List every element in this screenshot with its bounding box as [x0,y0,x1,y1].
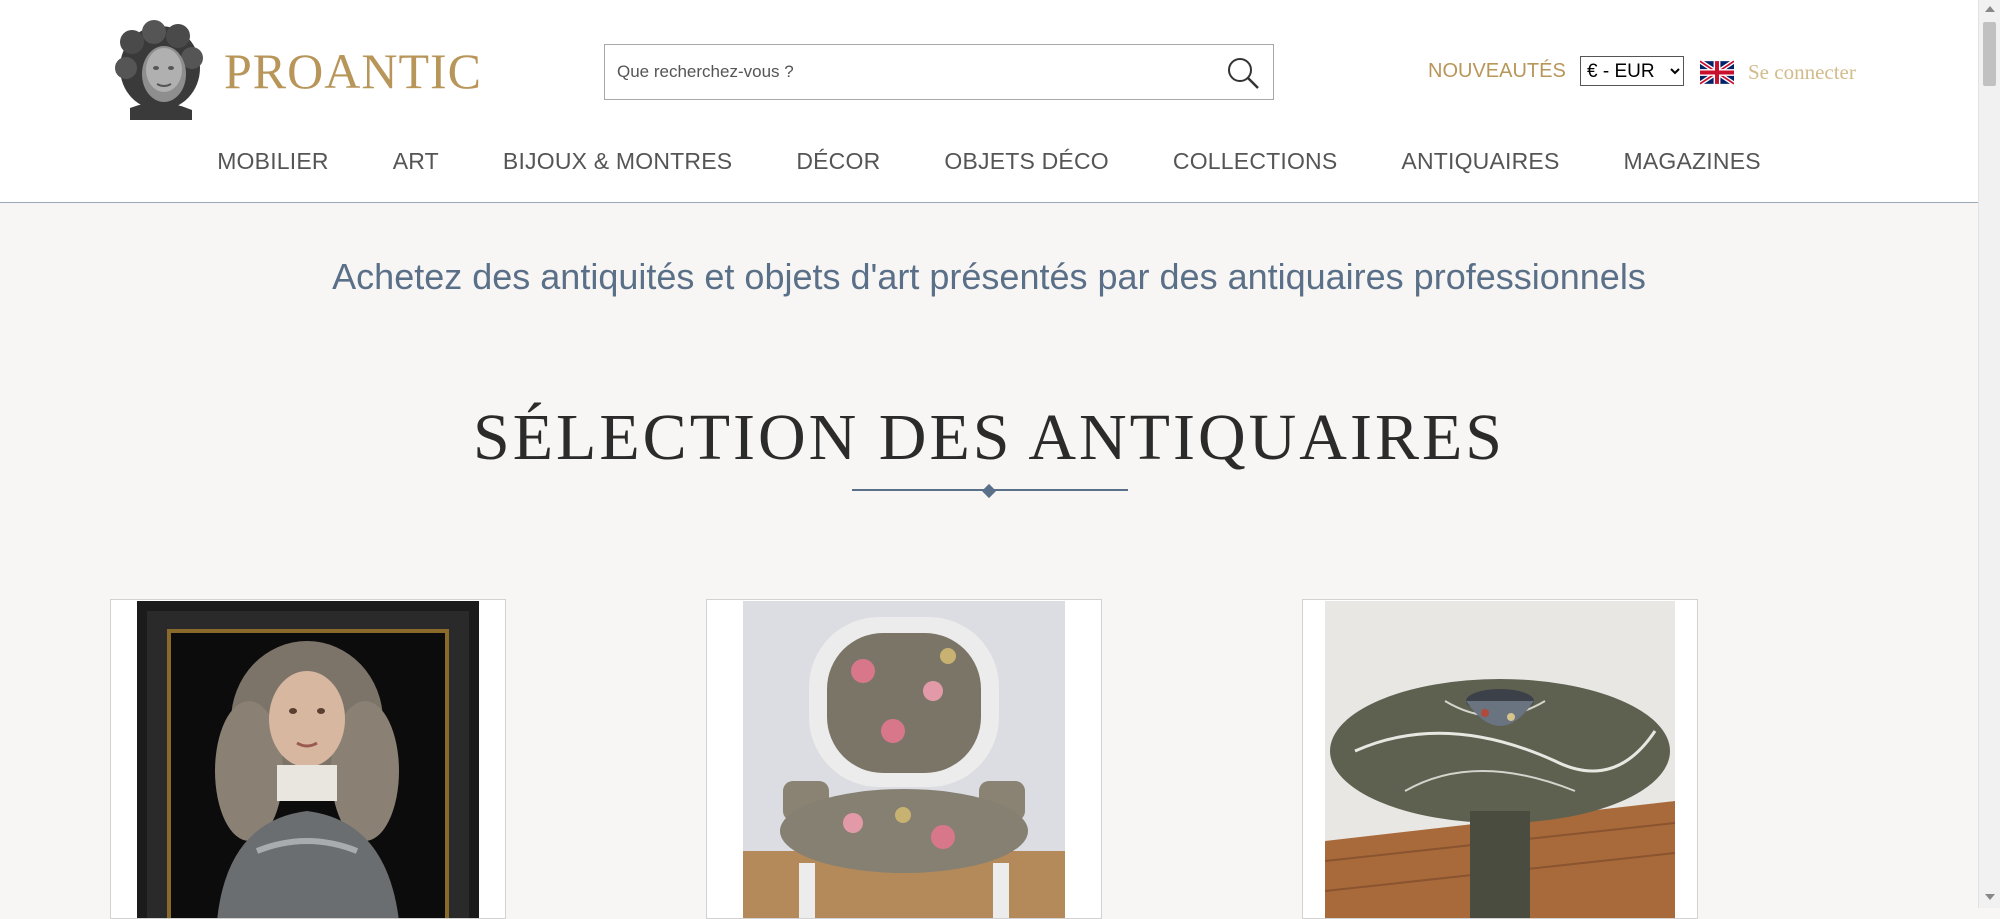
product-image-marble-table [1325,601,1675,918]
nav-item-magazines[interactable]: MAGAZINES [1624,148,1761,178]
login-link[interactable]: Se connecter [1748,60,1856,85]
currency-select[interactable]: € - EUR [1580,56,1684,86]
search-box [604,44,1274,100]
search-input[interactable] [605,45,1205,99]
nav-item-mobilier[interactable]: MOBILIER [217,148,329,178]
main-nav: MOBILIER ART BIJOUX & MONTRES DÉCOR OBJE… [0,148,1978,178]
nav-item-objets-deco[interactable]: OBJETS DÉCO [944,148,1109,178]
nav-item-art[interactable]: ART [393,148,439,178]
home-logo-link[interactable]: PROANTIC [110,20,482,122]
title-divider-diamond [981,483,997,499]
search-icon[interactable] [1225,55,1261,91]
product-card[interactable] [1302,599,1698,919]
page-scrollbar[interactable] [1978,0,2000,908]
uk-flag-icon[interactable] [1700,60,1734,85]
product-image-armchair [743,601,1065,918]
brand-name: PROANTIC [224,43,483,99]
nav-item-bijoux-montres[interactable]: BIJOUX & MONTRES [503,148,732,178]
scroll-down-arrow-icon[interactable] [1985,894,1995,900]
page-tagline: Achetez des antiquités et objets d'art p… [332,256,1646,297]
site-header: PROANTIC NOUVEAUTÉS € - EUR Se connecter… [0,0,1978,203]
product-card[interactable] [110,599,506,919]
scroll-up-arrow-icon[interactable] [1985,6,1995,12]
section-title: SÉLECTION DES ANTIQUAIRES [473,401,1505,474]
nav-item-collections[interactable]: COLLECTIONS [1173,148,1338,178]
product-card[interactable] [706,599,1102,919]
nouveautes-link[interactable]: NOUVEAUTÉS [1428,60,1566,83]
product-image-portrait [137,601,479,918]
bust-logo-icon [115,20,203,120]
nav-item-decor[interactable]: DÉCOR [796,148,880,178]
nav-item-antiquaires[interactable]: ANTIQUAIRES [1401,148,1559,178]
scrollbar-thumb[interactable] [1983,22,1996,86]
